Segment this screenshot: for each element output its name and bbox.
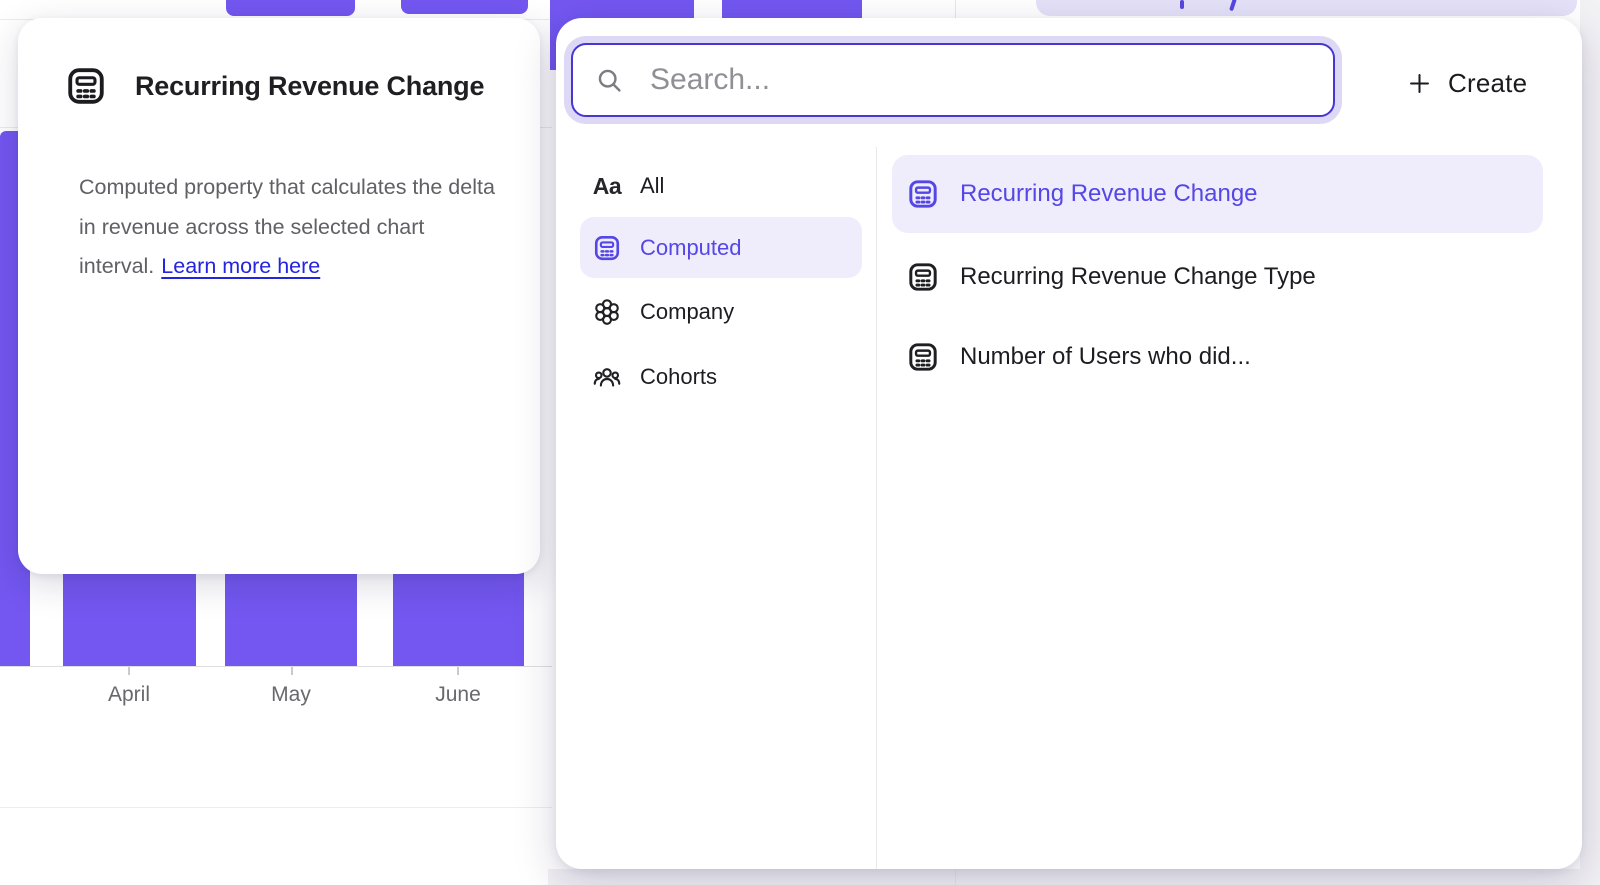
filter-label: Cohorts	[640, 364, 717, 390]
chart-bar	[401, 0, 528, 14]
property-search-modal: Create Aa All Computed	[556, 18, 1582, 869]
screen: April May June Recurring Revenue Change …	[0, 0, 1600, 885]
result-item-recurring-revenue-change-type[interactable]: Recurring Revenue Change Type	[892, 238, 1543, 316]
filter-label: Company	[640, 299, 734, 325]
x-axis-label-june: June	[435, 683, 481, 707]
column-divider	[876, 147, 877, 869]
page-background-edge	[548, 869, 1580, 885]
plus-icon	[1406, 70, 1433, 97]
result-item-recurring-revenue-change[interactable]: Recurring Revenue Change	[892, 155, 1543, 233]
filter-label: All	[640, 173, 664, 199]
axis-tick	[128, 667, 130, 675]
chart-bar	[226, 0, 355, 16]
x-axis-line	[0, 666, 552, 667]
filter-item-computed[interactable]: Computed	[580, 217, 862, 278]
text-aa-icon: Aa	[592, 171, 622, 201]
result-label: Recurring Revenue Change	[960, 180, 1258, 208]
page-background-edge	[1580, 0, 1600, 885]
calculator-icon	[906, 260, 940, 294]
tooltip-description: Computed property that calculates the de…	[79, 168, 507, 287]
section-divider-line	[0, 807, 552, 808]
cohorts-icon	[592, 362, 622, 392]
result-item-number-of-users[interactable]: Number of Users who did...	[892, 318, 1543, 396]
learn-more-link[interactable]: Learn more here	[161, 254, 320, 278]
create-button[interactable]: Create	[1398, 62, 1535, 105]
cutoff-text-fragment	[1180, 0, 1184, 9]
search-input[interactable]	[648, 45, 1333, 115]
filter-label: Computed	[640, 235, 742, 261]
result-label: Recurring Revenue Change Type	[960, 263, 1316, 291]
x-axis-label-april: April	[108, 683, 150, 707]
calculator-icon	[906, 177, 940, 211]
company-icon	[592, 297, 622, 327]
calculator-icon	[64, 64, 108, 108]
search-field[interactable]	[571, 43, 1335, 117]
tooltip-title: Recurring Revenue Change	[135, 71, 484, 102]
axis-tick	[291, 667, 293, 675]
tooltip-header: Recurring Revenue Change	[64, 64, 484, 108]
search-icon	[595, 66, 624, 95]
cutoff-chip	[1036, 0, 1577, 16]
create-button-label: Create	[1448, 68, 1527, 99]
search-field-focus-ring	[564, 36, 1342, 124]
filter-item-all[interactable]: Aa All	[580, 158, 862, 214]
result-label: Number of Users who did...	[960, 343, 1251, 371]
property-tooltip-card: Recurring Revenue Change Computed proper…	[18, 18, 540, 574]
calculator-icon	[592, 233, 622, 263]
filter-item-cohorts[interactable]: Cohorts	[580, 349, 862, 405]
filter-item-company[interactable]: Company	[580, 284, 862, 340]
axis-tick	[457, 667, 459, 675]
x-axis-label-may: May	[271, 683, 311, 707]
calculator-icon	[906, 340, 940, 374]
panel-divider-line	[955, 869, 956, 885]
